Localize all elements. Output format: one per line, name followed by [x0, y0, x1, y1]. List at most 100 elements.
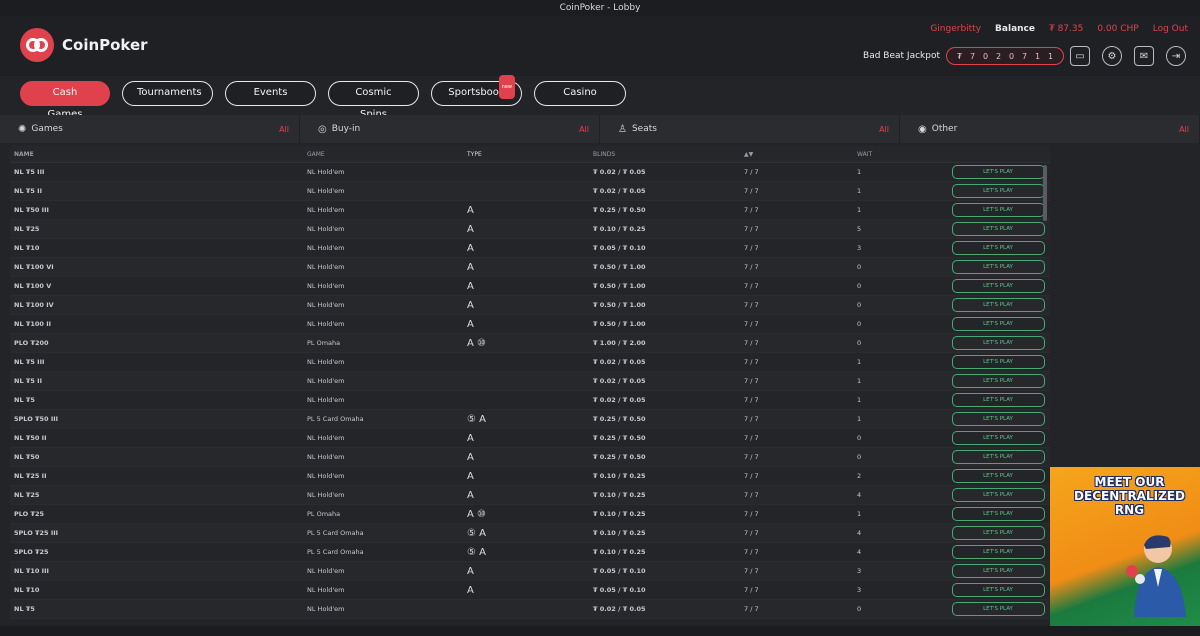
- lets-play-button[interactable]: LET'S PLAY: [951, 374, 1045, 388]
- exit-icon[interactable]: ⇥: [1166, 46, 1186, 66]
- lets-play-button[interactable]: LET'S PLAY: [951, 203, 1045, 217]
- row-type: ⑤ A: [467, 527, 486, 539]
- lets-play-button[interactable]: LET'S PLAY: [951, 526, 1045, 540]
- table-scrollbar[interactable]: [1043, 165, 1047, 221]
- table-row[interactable]: NL ₮50 NL Hold'em A ₮ 0.25 / ₮ 0.50 7 / 7 0 LE…: [10, 448, 1050, 467]
- filter-other[interactable]: ◉ Other All: [900, 115, 1200, 143]
- filter-value[interactable]: All: [879, 125, 889, 134]
- lets-play-button[interactable]: LET'S PLAY: [951, 260, 1045, 274]
- row-play-cell: LET'S PLAY: [949, 374, 1047, 388]
- row-blinds: ₮ 0.02 / ₮ 0.05: [593, 377, 646, 385]
- tab-cash-games[interactable]: Cash Games: [20, 81, 110, 120]
- lets-play-button[interactable]: LET'S PLAY: [951, 469, 1045, 483]
- row-play-cell: LET'S PLAY: [949, 545, 1047, 559]
- lets-play-button[interactable]: LET'S PLAY: [951, 564, 1045, 578]
- table-row[interactable]: NL ₮5 III NL Hold'em ₮ 0.02 / ₮ 0.05 7 / 7 1…: [10, 353, 1050, 372]
- username[interactable]: Gingerbitty: [930, 24, 981, 34]
- table-row[interactable]: PLO ₮200 PL Omaha A ⑩ ₮ 1.00 / ₮ 2.00 7 / 7 0…: [10, 334, 1050, 353]
- table-row[interactable]: NL ₮100 II NL Hold'em A ₮ 0.50 / ₮ 1.00 7 / …: [10, 315, 1050, 334]
- wallet-icon[interactable]: ▭: [1070, 46, 1090, 66]
- lets-play-button[interactable]: LET'S PLAY: [951, 336, 1045, 350]
- table-row[interactable]: NL ₮100 IV NL Hold'em A ₮ 0.50 / ₮ 1.00 7 / …: [10, 296, 1050, 315]
- lets-play-button[interactable]: LET'S PLAY: [951, 583, 1045, 597]
- lets-play-button[interactable]: LET'S PLAY: [951, 431, 1045, 445]
- jackpot-digit: 0: [1008, 51, 1015, 61]
- filter-seats[interactable]: ♙ Seats All: [600, 115, 900, 143]
- tab-events[interactable]: Events: [225, 81, 316, 106]
- filter-buy-in[interactable]: ◎ Buy-in All: [300, 115, 600, 143]
- col-blinds[interactable]: Blinds: [593, 151, 744, 158]
- mail-icon[interactable]: ✉: [1134, 46, 1154, 66]
- col-type[interactable]: Type: [467, 151, 593, 158]
- table-row[interactable]: NL ₮50 III NL Hold'em A ₮ 0.25 / ₮ 0.50 7 / …: [10, 201, 1050, 220]
- table-row[interactable]: NL ₮100 VI NL Hold'em A ₮ 0.50 / ₮ 1.00 7 / …: [10, 258, 1050, 277]
- lets-play-button[interactable]: LET'S PLAY: [951, 602, 1045, 616]
- col-wait[interactable]: Wait: [857, 151, 949, 158]
- lets-play-button[interactable]: LET'S PLAY: [951, 412, 1045, 426]
- row-name: NL ₮10 III: [14, 567, 49, 575]
- table-row[interactable]: NL ₮50 II NL Hold'em A ₮ 0.25 / ₮ 0.50 7 / 7…: [10, 429, 1050, 448]
- table-row[interactable]: 5PLO ₮25 III PL 5 Card Omaha ⑤ A ₮ 0.10 / ₮…: [10, 524, 1050, 543]
- rng-promo-banner[interactable]: MEET OUR DECENTRALIZED RNG: [1050, 467, 1200, 626]
- table-row[interactable]: NL ₮10 NL Hold'em A ₮ 0.05 / ₮ 0.10 7 / 7 3 LE…: [10, 581, 1050, 600]
- lets-play-button[interactable]: LET'S PLAY: [951, 393, 1045, 407]
- table-row[interactable]: NL ₮25 II NL Hold'em A ₮ 0.10 / ₮ 0.25 7 / 7…: [10, 467, 1050, 486]
- gear-icon[interactable]: ⚙: [1102, 46, 1122, 66]
- row-game: PL Omaha: [307, 339, 341, 347]
- row-name: NL ₮50 III: [14, 206, 49, 214]
- row-name: 5PLO ₮25 III: [14, 529, 59, 537]
- lets-play-button[interactable]: LET'S PLAY: [951, 507, 1045, 521]
- lets-play-button[interactable]: LET'S PLAY: [951, 317, 1045, 331]
- lets-play-button[interactable]: LET'S PLAY: [951, 545, 1045, 559]
- row-type: A: [467, 451, 474, 463]
- promo-headline: MEET OUR DECENTRALIZED RNG: [1074, 475, 1185, 517]
- lets-play-button[interactable]: LET'S PLAY: [951, 241, 1045, 255]
- lets-play-button[interactable]: LET'S PLAY: [951, 450, 1045, 464]
- table-row[interactable]: NL ₮5 III NL Hold'em ₮ 0.02 / ₮ 0.05 7 / 7 1…: [10, 163, 1050, 182]
- row-name: NL ₮100 IV: [14, 301, 54, 309]
- filter-value[interactable]: All: [279, 125, 289, 134]
- row-name: PLO ₮25: [14, 510, 45, 518]
- table-row[interactable]: 5PLO ₮50 III PL 5 Card Omaha ⑤ A ₮ 0.25 / ₮…: [10, 410, 1050, 429]
- table-row[interactable]: NL ₮100 V NL Hold'em A ₮ 0.50 / ₮ 1.00 7 / 7…: [10, 277, 1050, 296]
- row-name: NL ₮100 V: [14, 282, 52, 290]
- table-row[interactable]: NL ₮10 III NL Hold'em A ₮ 0.05 / ₮ 0.10 7 / …: [10, 562, 1050, 581]
- lets-play-button[interactable]: LET'S PLAY: [951, 279, 1045, 293]
- tab-cosmic-spins[interactable]: Cosmic Spins: [328, 81, 419, 120]
- table-row[interactable]: 5PLO ₮25 PL 5 Card Omaha ⑤ A ₮ 0.10 / ₮ 0.2…: [10, 543, 1050, 562]
- filter-label: Other: [931, 124, 958, 134]
- col-name[interactable]: Name: [10, 151, 307, 158]
- lets-play-button[interactable]: LET'S PLAY: [951, 298, 1045, 312]
- table-row[interactable]: NL ₮5 NL Hold'em ₮ 0.02 / ₮ 0.05 7 / 7 1 LET'…: [10, 391, 1050, 410]
- row-seats: 7 / 7: [744, 396, 759, 404]
- col-game[interactable]: Game: [307, 151, 467, 158]
- table-row[interactable]: NL ₮5 NL Hold'em ₮ 0.02 / ₮ 0.05 7 / 7 0 LET'…: [10, 600, 1050, 619]
- lets-play-button[interactable]: LET'S PLAY: [951, 184, 1045, 198]
- lets-play-button[interactable]: LET'S PLAY: [951, 165, 1045, 179]
- row-play-cell: LET'S PLAY: [949, 488, 1047, 502]
- table-row[interactable]: NL ₮25 NL Hold'em A ₮ 0.10 / ₮ 0.25 7 / 7 4 LE…: [10, 486, 1050, 505]
- tab-casino[interactable]: Casino: [534, 81, 626, 106]
- col-seats[interactable]: ▲▼: [744, 151, 857, 158]
- lets-play-button[interactable]: LET'S PLAY: [951, 488, 1045, 502]
- filter-value[interactable]: All: [579, 125, 589, 134]
- table-row[interactable]: NL ₮5 II NL Hold'em ₮ 0.02 / ₮ 0.05 7 / 7 1 L…: [10, 182, 1050, 201]
- table-row[interactable]: NL ₮25 NL Hold'em A ₮ 0.10 / ₮ 0.25 7 / 7 5 LE…: [10, 220, 1050, 239]
- table-row[interactable]: NL ₮10 NL Hold'em A ₮ 0.05 / ₮ 0.10 7 / 7 3 LE…: [10, 239, 1050, 258]
- tab-tournaments[interactable]: Tournaments: [122, 81, 213, 106]
- jackpot-digit: ₮: [956, 51, 963, 61]
- row-name: NL ₮5: [14, 605, 35, 613]
- table-row[interactable]: PLO ₮25 PL Omaha A ⑩ ₮ 0.10 / ₮ 0.25 7 / 7 1 L…: [10, 505, 1050, 524]
- logout-link[interactable]: Log Out: [1153, 24, 1188, 34]
- table-row[interactable]: NL ₮5 II NL Hold'em ₮ 0.02 / ₮ 0.05 7 / 7 1 L…: [10, 372, 1050, 391]
- row-wait: 0: [857, 453, 862, 461]
- lets-play-button[interactable]: LET'S PLAY: [951, 355, 1045, 369]
- row-type: A: [467, 584, 474, 596]
- row-play-cell: LET'S PLAY: [949, 184, 1047, 198]
- brand-logo[interactable]: CoinPoker: [20, 28, 148, 62]
- tab-sportsbook[interactable]: Sportsbook new: [431, 75, 522, 106]
- filter-games[interactable]: ✺ Games All: [0, 115, 300, 143]
- lets-play-button[interactable]: LET'S PLAY: [951, 222, 1045, 236]
- filter-value[interactable]: All: [1179, 125, 1189, 134]
- filter-label: Buy-in: [331, 124, 361, 134]
